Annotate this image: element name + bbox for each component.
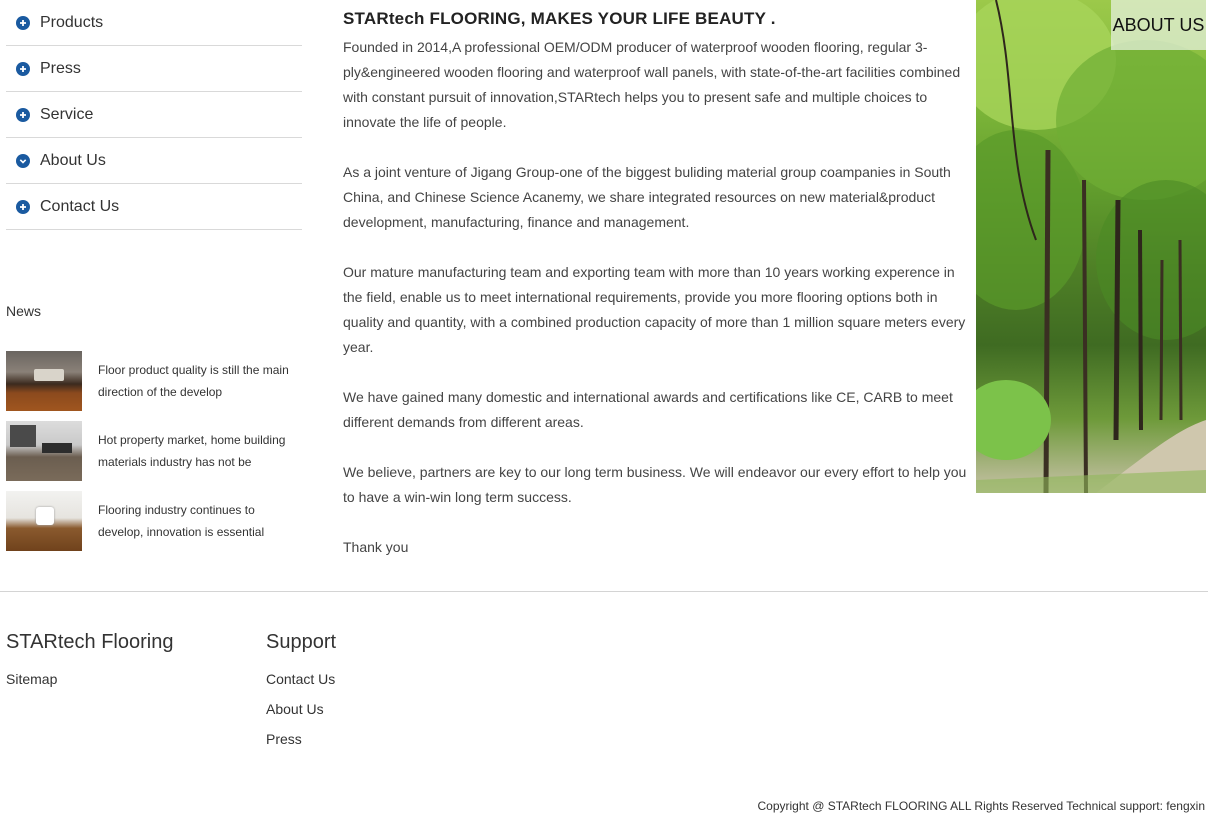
news-thumbnail[interactable] bbox=[6, 491, 82, 551]
footer-link-sitemap[interactable]: Sitemap bbox=[6, 664, 173, 694]
sidebar-item-label: Press bbox=[40, 59, 81, 77]
plus-circle-icon bbox=[16, 15, 30, 30]
footer-links: Contact Us About Us Press bbox=[266, 664, 336, 754]
about-banner-image: ABOUT US bbox=[976, 0, 1206, 493]
footer-link-contact-us[interactable]: Contact Us bbox=[266, 664, 336, 694]
footer-column-support: Support Contact Us About Us Press bbox=[266, 630, 336, 754]
footer-links: Sitemap bbox=[6, 664, 173, 694]
sidebar-item-label: About Us bbox=[40, 151, 106, 169]
news-item[interactable]: Flooring industry continues to develop, … bbox=[6, 491, 302, 551]
footer-link-about-us[interactable]: About Us bbox=[266, 694, 336, 724]
footer-support-title: Support bbox=[266, 631, 337, 653]
footer-column-brand: STARtech Flooring Sitemap bbox=[6, 630, 173, 694]
news-item-title[interactable]: Hot property market, home building mater… bbox=[98, 421, 298, 481]
news-thumbnail[interactable] bbox=[6, 421, 82, 481]
plus-circle-icon bbox=[16, 199, 30, 214]
chevron-down-circle-icon bbox=[16, 153, 30, 168]
about-paragraph: As a joint venture of Jigang Group-one o… bbox=[343, 164, 951, 230]
news-item[interactable]: Hot property market, home building mater… bbox=[6, 421, 302, 481]
about-paragraph: We have gained many domestic and interna… bbox=[343, 389, 953, 430]
about-paragraph: Founded in 2014,A professional OEM/ODM p… bbox=[343, 39, 961, 130]
page-title: STARtech FLOORING, MAKES YOUR LIFE BEAUT… bbox=[343, 9, 776, 28]
about-content: STARtech FLOORING, MAKES YOUR LIFE BEAUT… bbox=[343, 8, 971, 560]
footer-link-press[interactable]: Press bbox=[266, 724, 336, 754]
sidebar-item-label: Products bbox=[40, 13, 104, 31]
sidebar-item-products[interactable]: Products bbox=[6, 0, 302, 46]
sidebar-nav: Products Press Service About Us Contact … bbox=[6, 0, 302, 230]
copyright-text: Copyright @ STARtech FLOORING ALL Rights… bbox=[757, 799, 1206, 813]
footer-brand-title: STARtech Flooring bbox=[6, 631, 174, 653]
about-paragraph: We believe, partners are key to our long… bbox=[343, 464, 967, 505]
sidebar-item-label: Service bbox=[40, 105, 94, 123]
news-item-title[interactable]: Floor product quality is still the main … bbox=[98, 351, 298, 411]
about-paragraph: Our mature manufacturing team and export… bbox=[343, 264, 966, 355]
forest-image bbox=[976, 0, 1206, 493]
news-item-title[interactable]: Flooring industry continues to develop, … bbox=[98, 491, 298, 551]
news-list: Floor product quality is still the main … bbox=[6, 351, 302, 561]
plus-circle-icon bbox=[16, 107, 30, 122]
about-paragraph: Thank you bbox=[343, 539, 409, 555]
news-item[interactable]: Floor product quality is still the main … bbox=[6, 351, 302, 411]
footer-divider bbox=[0, 591, 1208, 592]
about-us-label: ABOUT US bbox=[1111, 0, 1206, 50]
plus-circle-icon bbox=[16, 61, 30, 76]
sidebar-item-contact-us[interactable]: Contact Us bbox=[6, 184, 302, 230]
news-thumbnail[interactable] bbox=[6, 351, 82, 411]
sidebar-item-service[interactable]: Service bbox=[6, 92, 302, 138]
sidebar-item-press[interactable]: Press bbox=[6, 46, 302, 92]
sidebar-item-label: Contact Us bbox=[40, 197, 120, 215]
sidebar-item-about-us[interactable]: About Us bbox=[6, 138, 302, 184]
about-body: Founded in 2014,A professional OEM/ODM p… bbox=[343, 35, 971, 560]
news-heading: News bbox=[6, 303, 42, 319]
